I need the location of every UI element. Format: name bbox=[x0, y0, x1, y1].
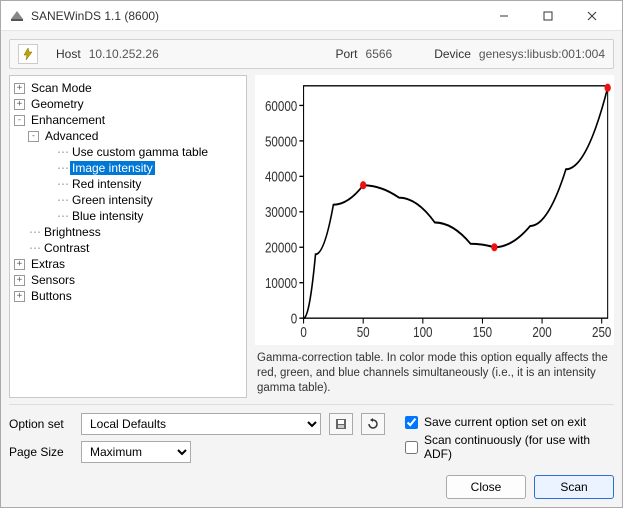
svg-text:0: 0 bbox=[291, 310, 297, 327]
svg-text:200: 200 bbox=[532, 324, 551, 341]
maximize-button[interactable] bbox=[526, 1, 570, 31]
window-title: SANEWinDS 1.1 (8600) bbox=[31, 9, 482, 23]
host-label: Host bbox=[56, 47, 81, 61]
device-label: Device bbox=[434, 47, 471, 61]
svg-text:100: 100 bbox=[413, 324, 432, 341]
app-window: SANEWinDS 1.1 (8600) Host 10.10.252.26 P… bbox=[0, 0, 623, 508]
tree-item-scan-mode[interactable]: +Scan Mode bbox=[12, 80, 244, 96]
button-row: Close Scan bbox=[1, 471, 622, 507]
host-value: 10.10.252.26 bbox=[89, 47, 159, 61]
scan-continuous-label[interactable]: Scan continuously (for use with ADF) bbox=[424, 433, 614, 461]
bottom-panel: Option set Local Defaults Page Size Maxi… bbox=[9, 404, 614, 463]
svg-text:10000: 10000 bbox=[265, 275, 297, 292]
tree-item-advanced[interactable]: -Advanced bbox=[26, 128, 244, 144]
svg-text:30000: 30000 bbox=[265, 204, 297, 221]
tree-item-brightness[interactable]: ⋯Brightness bbox=[26, 224, 244, 240]
graph-panel: 0 10000 20000 30000 40000 50000 60000 0 50 100 150… bbox=[255, 75, 614, 398]
save-on-exit-checkbox[interactable] bbox=[405, 416, 418, 429]
option-set-label: Option set bbox=[9, 417, 73, 431]
tree-item-extras[interactable]: +Extras bbox=[12, 256, 244, 272]
svg-text:0: 0 bbox=[300, 324, 306, 341]
scan-continuous-checkbox[interactable] bbox=[405, 441, 418, 454]
tree-leaf-icon: ⋯ bbox=[56, 209, 70, 223]
close-button[interactable]: Close bbox=[446, 475, 526, 499]
main-panel: +Scan Mode +Geometry -Enhancement -Advan… bbox=[9, 75, 614, 398]
collapse-icon[interactable]: - bbox=[14, 115, 25, 126]
svg-text:50: 50 bbox=[357, 324, 370, 341]
tree-item-image-intensity[interactable]: ⋯Image intensity bbox=[54, 160, 244, 176]
bolt-icon[interactable] bbox=[18, 44, 38, 64]
tree-leaf-icon: ⋯ bbox=[56, 177, 70, 191]
minimize-button[interactable] bbox=[482, 1, 526, 31]
expand-icon[interactable]: + bbox=[14, 259, 25, 270]
page-size-label: Page Size bbox=[9, 445, 73, 459]
app-icon bbox=[9, 8, 25, 24]
reload-icon-button[interactable] bbox=[361, 413, 385, 435]
expand-icon[interactable]: + bbox=[14, 291, 25, 302]
tree-item-red-intensity[interactable]: ⋯Red intensity bbox=[54, 176, 244, 192]
svg-text:60000: 60000 bbox=[265, 97, 297, 114]
connection-toolbar: Host 10.10.252.26 Port 6566 Device genes… bbox=[9, 39, 614, 69]
tree-item-geometry[interactable]: +Geometry bbox=[12, 96, 244, 112]
option-set-select[interactable]: Local Defaults bbox=[81, 413, 321, 435]
tree-item-sensors[interactable]: +Sensors bbox=[12, 272, 244, 288]
option-tree[interactable]: +Scan Mode +Geometry -Enhancement -Advan… bbox=[9, 75, 247, 398]
device-value: genesys:libusb:001:004 bbox=[479, 47, 605, 61]
expand-icon[interactable]: + bbox=[14, 275, 25, 286]
tree-item-contrast[interactable]: ⋯Contrast bbox=[26, 240, 244, 256]
tree-leaf-icon: ⋯ bbox=[56, 145, 70, 159]
close-window-button[interactable] bbox=[570, 1, 614, 31]
port-label: Port bbox=[336, 47, 358, 61]
tree-leaf-icon: ⋯ bbox=[56, 193, 70, 207]
svg-text:150: 150 bbox=[473, 324, 492, 341]
titlebar: SANEWinDS 1.1 (8600) bbox=[1, 1, 622, 31]
collapse-icon[interactable]: - bbox=[28, 131, 39, 142]
expand-icon[interactable]: + bbox=[14, 83, 25, 94]
tree-leaf-icon: ⋯ bbox=[56, 161, 70, 175]
svg-text:40000: 40000 bbox=[265, 168, 297, 185]
save-icon-button[interactable] bbox=[329, 413, 353, 435]
tree-item-blue-intensity[interactable]: ⋯Blue intensity bbox=[54, 208, 244, 224]
content-area: Host 10.10.252.26 Port 6566 Device genes… bbox=[1, 31, 622, 471]
gamma-graph[interactable]: 0 10000 20000 30000 40000 50000 60000 0 50 100 150… bbox=[255, 75, 614, 345]
expand-icon[interactable]: + bbox=[14, 99, 25, 110]
save-on-exit-label[interactable]: Save current option set on exit bbox=[424, 415, 586, 429]
tree-item-custom-gamma[interactable]: ⋯Use custom gamma table bbox=[54, 144, 244, 160]
tree-item-enhancement[interactable]: -Enhancement bbox=[12, 112, 244, 128]
tree-leaf-icon: ⋯ bbox=[28, 241, 42, 255]
svg-text:20000: 20000 bbox=[265, 239, 297, 256]
tree-item-green-intensity[interactable]: ⋯Green intensity bbox=[54, 192, 244, 208]
graph-description: Gamma-correction table. In color mode th… bbox=[255, 345, 614, 398]
scan-button[interactable]: Scan bbox=[534, 475, 614, 499]
port-value: 6566 bbox=[366, 47, 393, 61]
page-size-select[interactable]: Maximum bbox=[81, 441, 191, 463]
tree-leaf-icon: ⋯ bbox=[28, 225, 42, 239]
svg-text:250: 250 bbox=[592, 324, 611, 341]
tree-item-buttons[interactable]: +Buttons bbox=[12, 288, 244, 304]
svg-text:50000: 50000 bbox=[265, 133, 297, 150]
